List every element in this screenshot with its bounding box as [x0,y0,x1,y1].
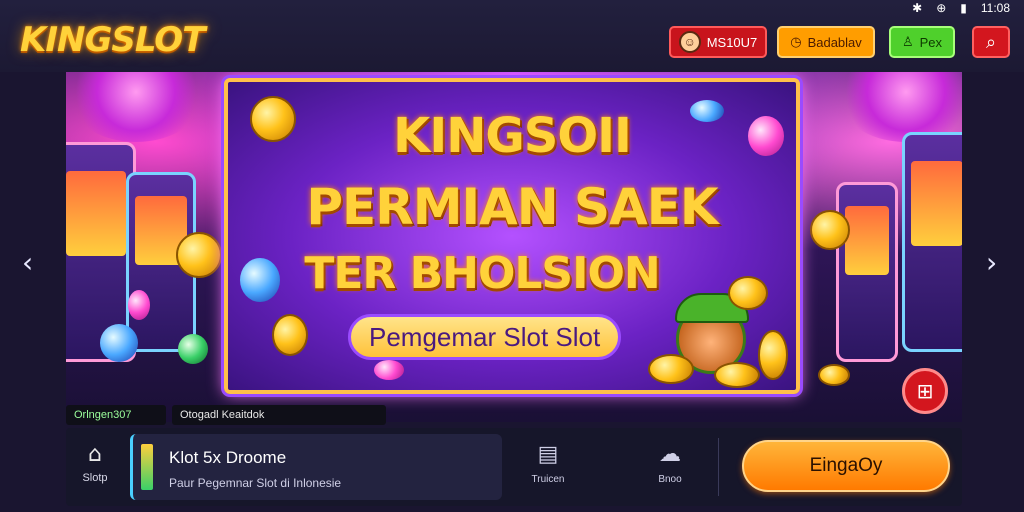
gem-decoration [690,100,724,122]
nav-chat[interactable]: ☁ Bnoo [640,442,700,485]
nav-promotions[interactable]: ▤ Truicen [518,442,578,485]
coin-decoration [272,314,308,356]
featured-game-subtitle: Paur Pegemnar Slot di Inlonesie [169,476,342,490]
caption-right: Otogadl Keaitdok [172,405,386,425]
signal-icon: ✱ [912,1,923,15]
ticket-icon: ▤ [537,442,559,467]
caption-left: Orlngen307 [66,405,166,425]
status-bar: ✱ ⊕ ▮ 11:08 [912,0,1010,16]
login-label: Pex [919,34,943,50]
clock-icon: ◷ [790,34,802,49]
search-icon: ⌕ [985,31,997,52]
banner-frame: KINGSOII PERMIAN SAEK TER BHOLSION Pemge… [224,78,800,394]
featured-game-title: Klot 5x Droome [169,448,287,467]
coin-decoration [810,210,850,250]
nav-home-label: Slotp [82,472,108,484]
coin-decoration [758,330,788,380]
game-thumbnail [141,444,153,490]
coin-decoration [714,362,760,388]
bottom-bar: ⌂ Slotp Klot 5x Droome Paur Pegemnar Slo… [66,428,962,506]
chevron-right-icon[interactable]: › [986,246,997,279]
battery-icon: ▮ [960,1,967,15]
brand-logo[interactable]: KINGSLOT [20,20,205,60]
avatar: ☺ [678,31,701,53]
promo-banner[interactable]: KINGSOII PERMIAN SAEK TER BHOLSION Pemge… [66,72,962,422]
coin-decoration [250,96,296,142]
deposit-button[interactable]: ◷ Badablav [777,26,875,58]
gem-decoration [374,360,404,380]
wifi-icon: ⊕ [936,1,947,15]
banner-headline-line-3: TER BHOLSION [304,248,660,299]
chevron-left-icon[interactable]: ‹ [22,246,33,279]
gem-decoration [128,290,150,320]
nav-chat-label: Bnoo [658,474,682,485]
search-button[interactable]: ⌕ [972,26,1010,58]
nav-promotions-label: Truicen [531,474,565,485]
status-time: 11:08 [980,1,1010,15]
person-icon: ♙ [901,34,914,49]
coin-decoration [728,276,768,310]
coin-decoration [648,354,694,384]
divider [718,438,719,496]
home-icon: ⌂ [88,442,102,467]
user-account-button[interactable]: ☺ MS10U7 [669,26,767,58]
user-account-label: MS10U7 [706,34,758,50]
chat-icon: ☁ [659,442,681,467]
slot-machine-illustration [836,182,898,362]
gem-decoration [240,258,280,302]
login-button[interactable]: ♙ Pex [889,26,955,58]
banner-subtitle: Pemgemar Slot Slot [348,314,622,360]
gem-decoration [100,324,138,362]
deposit-label: Badablav [807,34,862,50]
featured-game-card[interactable]: Klot 5x Droome Paur Pegemnar Slot di Inl… [130,434,502,500]
gift-icon[interactable]: ⊞ [902,368,948,414]
gem-decoration [178,334,208,364]
banner-headline-line-2: PERMIAN SAEK [306,178,718,236]
cta-button[interactable]: EingaOy [742,440,950,492]
lamp-decoration [66,72,206,142]
coin-decoration [818,364,850,386]
slot-machine-illustration [902,132,962,352]
nav-home[interactable]: ⌂ Slotp [78,442,112,484]
top-bar: KINGSLOT ✱ ⊕ ▮ 11:08 ☺ MS10U7 ◷ Badablav… [0,0,1024,72]
gem-decoration [748,116,784,156]
